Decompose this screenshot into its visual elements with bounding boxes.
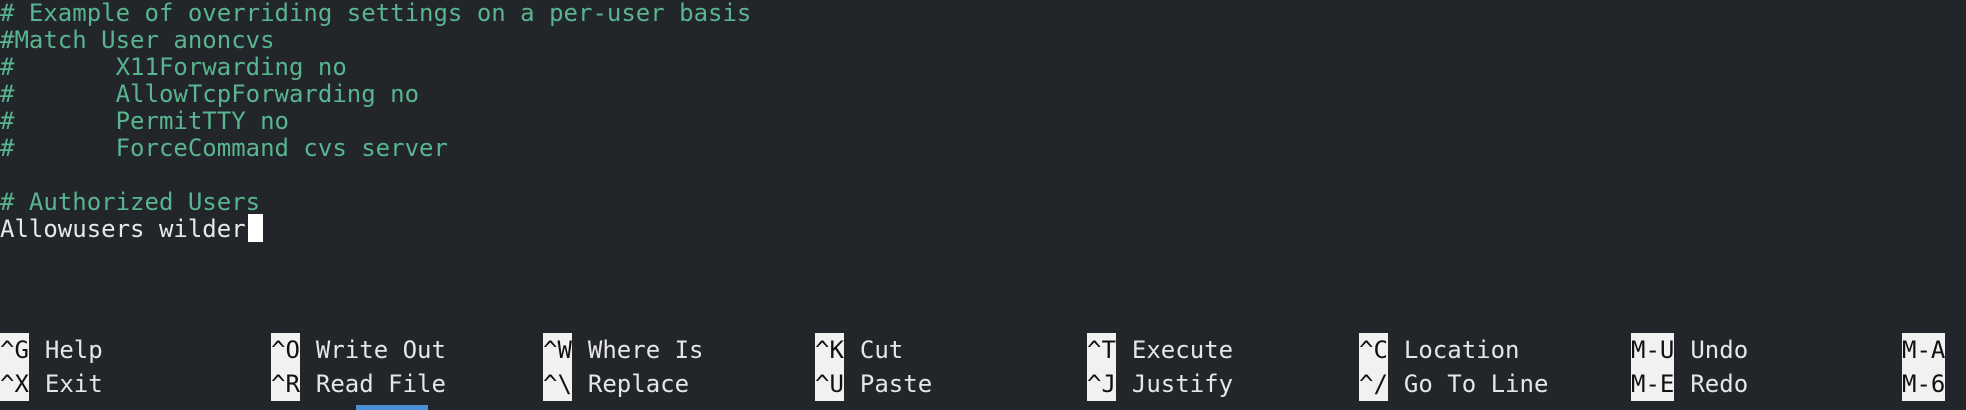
shortcut-key: ^K bbox=[815, 333, 844, 367]
shortcut-label: Where Is bbox=[587, 336, 704, 364]
shortcut-label: Undo bbox=[1690, 336, 1749, 364]
shortcut-help[interactable]: ^G Help bbox=[0, 333, 103, 367]
shortcut-key: ^W bbox=[543, 333, 572, 367]
shortcut-label: Redo bbox=[1690, 370, 1749, 398]
shortcut-key: ^/ bbox=[1359, 367, 1388, 401]
shortcut-key: ^O bbox=[271, 333, 300, 367]
shortcut-undo[interactable]: M-U Undo bbox=[1631, 333, 1748, 367]
shortcut-key: ^\ bbox=[543, 367, 572, 401]
shortcut-label: Replace bbox=[587, 370, 690, 398]
shortcut-key: M-E bbox=[1631, 367, 1675, 401]
shortcut-location[interactable]: ^C Location bbox=[1359, 333, 1520, 367]
shortcut-key: ^C bbox=[1359, 333, 1388, 367]
shortcut-label: Go To Line bbox=[1403, 370, 1549, 398]
shortcut-label: Write Out bbox=[315, 336, 446, 364]
shortcut-label: Justify bbox=[1131, 370, 1234, 398]
shortcut-label: Execute bbox=[1131, 336, 1234, 364]
shortcut-key: ^X bbox=[0, 367, 29, 401]
shortcut-paste[interactable]: ^U Paste bbox=[815, 367, 932, 401]
shortcut-key: ^T bbox=[1087, 333, 1116, 367]
shortcut-key: ^R bbox=[271, 367, 300, 401]
shortcut-label: Cut bbox=[859, 336, 904, 364]
shortcut-cut[interactable]: ^K Cut bbox=[815, 333, 903, 367]
shortcut-read-file[interactable]: ^R Read File bbox=[271, 367, 446, 401]
shortcut-mark[interactable]: M-A bbox=[1902, 333, 1946, 367]
shortcut-key: M-6 bbox=[1902, 367, 1946, 401]
shortcut-key: ^G bbox=[0, 333, 29, 367]
shortcut-write-out[interactable]: ^O Write Out bbox=[271, 333, 446, 367]
shortcut-key: M-U bbox=[1631, 333, 1675, 367]
editor-line-current: Allowusers wilder bbox=[0, 212, 263, 246]
editor-line: # ForceCommand cvs server bbox=[0, 134, 448, 162]
shortcut-key: M-A bbox=[1902, 333, 1946, 367]
shortcut-key: ^J bbox=[1087, 367, 1116, 401]
shortcut-replace[interactable]: ^\ Replace bbox=[543, 367, 689, 401]
editor-line-text: Allowusers wilder bbox=[0, 215, 246, 243]
shortcut-execute[interactable]: ^T Execute bbox=[1087, 333, 1233, 367]
shortcut-bar: ^G Help ^O Write Out ^W Where Is ^K Cut ^T Ex… bbox=[0, 333, 1966, 410]
text-cursor bbox=[247, 214, 263, 242]
shortcut-key: ^U bbox=[815, 367, 844, 401]
shortcut-exit[interactable]: ^X Exit bbox=[0, 367, 103, 401]
shortcut-copy[interactable]: M-6 bbox=[1902, 367, 1946, 401]
scroll-indicator bbox=[356, 405, 428, 410]
shortcut-go-to-line[interactable]: ^/ Go To Line bbox=[1359, 367, 1548, 401]
shortcut-label: Read File bbox=[315, 370, 446, 398]
shortcut-label: Location bbox=[1403, 336, 1520, 364]
shortcut-redo[interactable]: M-E Redo bbox=[1631, 367, 1748, 401]
shortcut-where-is[interactable]: ^W Where Is bbox=[543, 333, 704, 367]
shortcut-label: Paste bbox=[859, 370, 933, 398]
shortcut-label: Help bbox=[44, 336, 103, 364]
shortcut-justify[interactable]: ^J Justify bbox=[1087, 367, 1233, 401]
shortcut-label: Exit bbox=[44, 370, 103, 398]
